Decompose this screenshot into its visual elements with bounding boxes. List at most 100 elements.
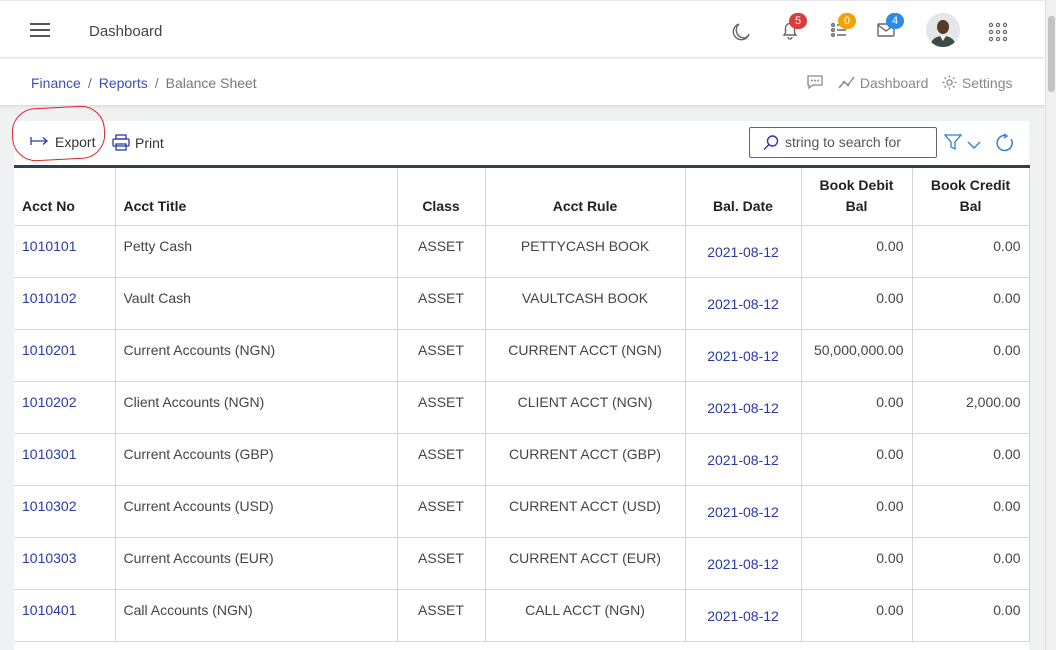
acct-no-cell[interactable]: 1010102 — [14, 277, 116, 330]
apps-grid-icon[interactable] — [988, 22, 1012, 46]
bal-date-cell[interactable]: 2021-08-12 — [685, 433, 802, 486]
messages-envelope-icon[interactable]: 4 — [876, 13, 904, 43]
search-input[interactable] — [785, 134, 930, 150]
bal-date-cell[interactable]: 2021-08-12 — [685, 277, 802, 330]
acct-no-cell[interactable]: 1010301 — [14, 433, 116, 486]
messages-badge: 4 — [886, 13, 904, 29]
user-avatar[interactable] — [926, 13, 960, 47]
settings-link-label: Settings — [961, 75, 1013, 91]
notifications-badge: 5 — [789, 13, 807, 29]
bal-date-cell[interactable]: 2021-08-12 — [685, 381, 802, 434]
acct-title-cell: Client Accounts (NGN) — [115, 381, 398, 434]
book-credit-bal-cell: 0.00 — [912, 537, 1030, 590]
top-header: Dashboard 5 0 4 — [0, 0, 1045, 58]
acct-no-cell[interactable]: 1010401 — [14, 589, 116, 642]
dark-mode-moon-icon[interactable] — [730, 19, 754, 43]
class-cell: ASSET — [397, 381, 486, 434]
book-debit-bal-cell: 0.00 — [801, 433, 913, 486]
table-row[interactable]: 1010202 Client Accounts (NGN) ASSET CLIENT … — [14, 381, 1030, 434]
printer-icon — [112, 134, 130, 151]
acct-title-cell: Current Accounts (USD) — [115, 485, 398, 538]
book-debit-bal-cell: 50,000,000.00 — [801, 329, 913, 382]
acct-rule-cell: PETTYCASH BOOK — [485, 225, 686, 278]
table-row[interactable]: 1010102 Vault Cash ASSET VAULTCASH BOOK 2021… — [14, 277, 1030, 330]
book-credit-bal-cell: 2,000.00 — [912, 381, 1030, 434]
vertical-scrollbar[interactable] — [1045, 0, 1056, 650]
table-row[interactable]: 1010302 Current Accounts (USD) ASSET CURREN… — [14, 485, 1030, 538]
scrollbar-thumb[interactable] — [1048, 16, 1055, 92]
column-header-book-credit-bal[interactable]: Book Credit Bal — [912, 165, 1030, 226]
book-credit-bal-cell: 0.00 — [912, 329, 1030, 382]
acct-rule-cell: CURRENT ACCT (GBP) — [485, 433, 686, 486]
breadcrumb-bar: Finance / Reports / Balance Sheet Dashboard … — [0, 59, 1045, 106]
breadcrumb-reports[interactable]: Reports — [99, 75, 148, 91]
book-credit-bal-cell: 0.00 — [912, 225, 1030, 278]
acct-title-cell: Vault Cash — [115, 277, 398, 330]
column-header-bal-date[interactable]: Bal. Date — [685, 165, 802, 226]
bal-date-cell[interactable]: 2021-08-12 — [685, 225, 802, 278]
table-header-row: Acct No Acct Title Class Acct Rule Bal. … — [14, 165, 1030, 226]
breadcrumb-current: Balance Sheet — [165, 75, 257, 91]
gear-icon — [942, 75, 957, 90]
filter-icon[interactable] — [943, 134, 963, 154]
breadcrumb-finance[interactable]: Finance — [31, 75, 81, 91]
acct-no-cell[interactable]: 1010303 — [14, 537, 116, 590]
column-header-acct-no[interactable]: Acct No — [14, 165, 116, 226]
book-debit-bal-cell: 0.00 — [801, 485, 913, 538]
book-debit-bal-cell: 0.00 — [801, 537, 913, 590]
print-button[interactable]: Print — [112, 134, 164, 151]
settings-link[interactable]: Settings — [941, 74, 1012, 91]
book-debit-bal-cell: 0.00 — [801, 225, 913, 278]
class-cell: ASSET — [397, 589, 486, 642]
notifications-bell-icon[interactable]: 5 — [779, 13, 807, 43]
balance-sheet-card: Export Print Acct No Acct Title Class — [10, 104, 1030, 650]
column-header-acct-title[interactable]: Acct Title — [115, 165, 398, 226]
bal-date-cell[interactable]: 2021-08-12 — [685, 589, 802, 642]
export-button-label: Export — [55, 134, 96, 150]
dashboard-link-label: Dashboard — [859, 75, 929, 91]
book-debit-bal-cell: 0.00 — [801, 277, 913, 330]
acct-no-cell[interactable]: 1010302 — [14, 485, 116, 538]
table-row[interactable]: 1010401 Call Accounts (NGN) ASSET CALL ACCT… — [14, 589, 1030, 642]
header-title: Dashboard — [89, 23, 163, 40]
acct-rule-cell: VAULTCASH BOOK — [485, 277, 686, 330]
bal-date-cell[interactable]: 2021-08-12 — [685, 485, 802, 538]
tasks-list-icon[interactable]: 0 — [828, 13, 856, 43]
chevron-down-icon[interactable] — [967, 137, 981, 153]
table-row[interactable]: 1010101 Petty Cash ASSET PETTYCASH BOOK 2021… — [14, 225, 1030, 278]
acct-no-cell[interactable]: 1010101 — [14, 225, 116, 278]
class-cell: ASSET — [397, 329, 486, 382]
bal-date-cell[interactable]: 2021-08-12 — [685, 329, 802, 382]
column-header-acct-rule[interactable]: Acct Rule — [485, 165, 686, 226]
comment-icon[interactable] — [806, 73, 824, 94]
toolbar: Export Print — [10, 104, 1029, 165]
acct-no-cell[interactable]: 1010202 — [14, 381, 116, 434]
table-row[interactable]: 1010303 Current Accounts (EUR) ASSET CURREN… — [14, 537, 1030, 590]
acct-title-cell: Current Accounts (EUR) — [115, 537, 398, 590]
acct-no-cell[interactable]: 1010201 — [14, 329, 116, 382]
print-button-label: Print — [135, 135, 164, 151]
breadcrumb: Finance / Reports / Balance Sheet — [31, 75, 257, 91]
book-credit-bal-cell: 0.00 — [912, 277, 1030, 330]
column-header-class[interactable]: Class — [397, 165, 486, 226]
search-box — [749, 127, 937, 158]
export-arrow-icon — [30, 137, 48, 145]
book-debit-bal-cell: 0.00 — [801, 381, 913, 434]
export-button[interactable]: Export — [30, 134, 95, 150]
acct-title-cell: Current Accounts (GBP) — [115, 433, 398, 486]
book-credit-bal-cell: 0.00 — [912, 589, 1030, 642]
refresh-icon[interactable] — [995, 133, 1015, 156]
book-credit-bal-cell: 0.00 — [912, 433, 1030, 486]
class-cell: ASSET — [397, 433, 486, 486]
book-debit-bal-cell: 0.00 — [801, 589, 913, 642]
class-cell: ASSET — [397, 225, 486, 278]
column-header-book-debit-bal[interactable]: Book Debit Bal — [801, 165, 913, 226]
chart-line-icon — [838, 76, 855, 89]
balance-sheet-table: Acct No Acct Title Class Acct Rule Bal. … — [14, 165, 1030, 642]
acct-title-cell: Petty Cash — [115, 225, 398, 278]
table-row[interactable]: 1010201 Current Accounts (NGN) ASSET CURREN… — [14, 329, 1030, 382]
table-row[interactable]: 1010301 Current Accounts (GBP) ASSET CURREN… — [14, 433, 1030, 486]
dashboard-link[interactable]: Dashboard — [838, 74, 928, 91]
bal-date-cell[interactable]: 2021-08-12 — [685, 537, 802, 590]
menu-icon[interactable] — [30, 22, 50, 38]
